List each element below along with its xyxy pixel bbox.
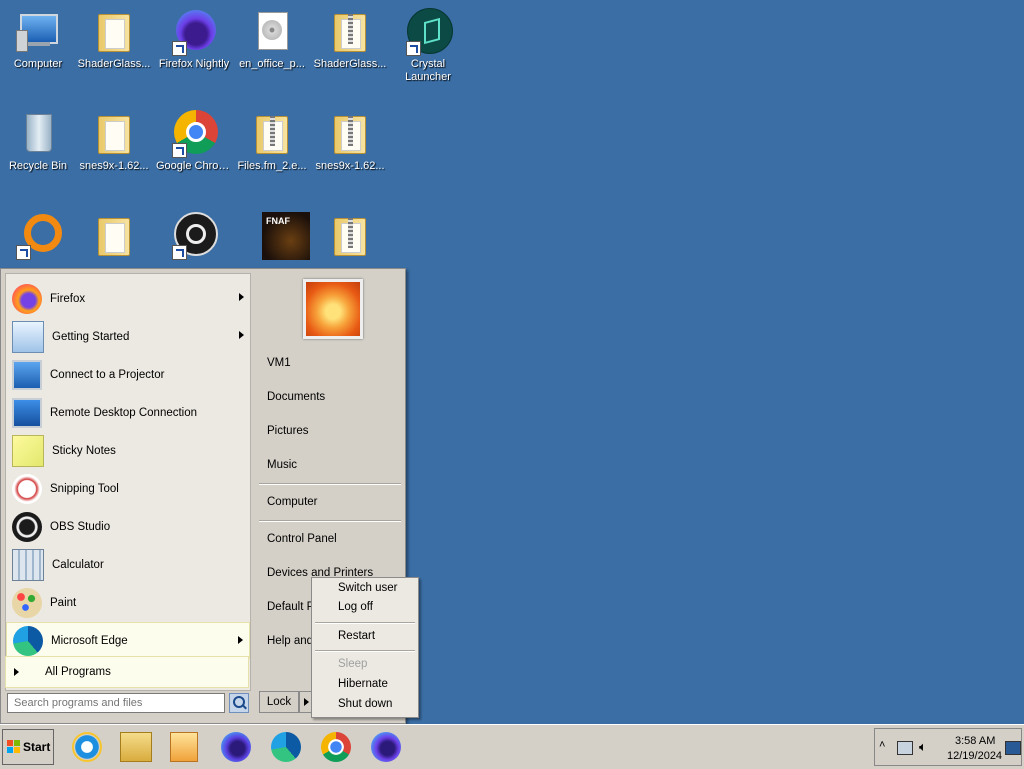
divider: [315, 650, 415, 652]
link-computer[interactable]: Computer: [267, 496, 318, 508]
program-microsoft-edge[interactable]: Microsoft Edge: [6, 622, 250, 659]
desktop-icon-recycle-bin[interactable]: Recycle Bin: [0, 110, 76, 173]
link-music[interactable]: Music: [267, 459, 297, 471]
desktop-icon-orange-ring[interactable]: [0, 212, 76, 262]
zip-folder-icon: [326, 212, 374, 260]
link-help-support[interactable]: Help and: [267, 635, 313, 647]
all-programs-button[interactable]: All Programs: [5, 656, 249, 688]
submenu-arrow-icon: [239, 293, 244, 301]
calculator-icon: [12, 548, 44, 581]
program-snipping-tool[interactable]: Snipping Tool: [6, 470, 250, 507]
start-menu-programs-pane: Firefox Getting Started Connect to a Pro…: [5, 273, 251, 691]
obs-icon: [170, 212, 218, 260]
desktop-icon-folder[interactable]: [76, 212, 152, 262]
desktop-icon-computer[interactable]: Computer: [0, 8, 76, 71]
scissors-icon: [12, 473, 42, 504]
volume-icon[interactable]: 🔈︎: [919, 739, 927, 755]
chrome-icon: [170, 110, 218, 158]
projector-icon: [12, 359, 42, 390]
paint-palette-icon: [12, 587, 42, 618]
crystal-launcher-icon: [404, 8, 453, 56]
link-documents[interactable]: Documents: [267, 391, 325, 403]
link-default-programs[interactable]: Default P: [267, 601, 314, 613]
desktop-icon-game[interactable]: FNAF: [234, 212, 310, 262]
firefox-nightly-icon: [170, 8, 218, 56]
user-avatar[interactable]: [303, 279, 363, 339]
obs-icon: [12, 511, 42, 542]
desktop-icon-zip-folder[interactable]: snes9x-1.62...: [312, 110, 388, 173]
lock-button[interactable]: Lock: [259, 691, 299, 713]
recycle-bin-icon: [14, 110, 62, 158]
program-getting-started[interactable]: Getting Started: [6, 318, 250, 355]
desktop-icon-google-chrome[interactable]: Google Chrome: [156, 110, 232, 173]
link-control-panel[interactable]: Control Panel: [267, 533, 337, 545]
edge-icon[interactable]: [271, 732, 301, 762]
windows-flag-icon: [7, 740, 21, 754]
zip-folder-icon: [326, 110, 374, 158]
divider: [259, 520, 401, 522]
desktop-icon-folder[interactable]: snes9x-1.62...: [76, 110, 152, 173]
zip-folder-icon: [326, 8, 374, 56]
link-pictures[interactable]: Pictures: [267, 425, 309, 437]
link-user[interactable]: VM1: [267, 357, 291, 369]
submenu-arrow-icon: [238, 636, 243, 644]
program-firefox[interactable]: Firefox: [6, 280, 250, 317]
arrow-right-icon: [14, 668, 19, 676]
divider: [259, 483, 401, 485]
getting-started-icon: [12, 320, 44, 353]
system-tray: ˄ 🔈︎ 3:58 AM 12/19/2024: [874, 728, 1022, 766]
zip-folder-icon: [248, 110, 296, 158]
orange-ring-icon: [14, 212, 62, 260]
log-off-item[interactable]: Log off: [338, 601, 373, 613]
computer-icon: [14, 8, 62, 56]
taskbar: Start ˄ 🔈︎ 3:58 AM 12/19/2024: [0, 724, 1024, 769]
folder-icon: [90, 110, 138, 158]
internet-explorer-icon[interactable]: [72, 732, 102, 762]
file-explorer-icon[interactable]: [120, 732, 152, 762]
edge-icon: [13, 625, 43, 656]
disc-image-icon: [248, 8, 296, 56]
sleep-item: Sleep: [338, 658, 368, 670]
remote-desktop-icon: [12, 397, 42, 428]
desktop-icon-zip-folder[interactable]: [312, 212, 388, 262]
desktop-icon-folder[interactable]: ShaderGlass...: [76, 8, 152, 71]
game-icon: FNAF: [248, 212, 310, 260]
hibernate-item[interactable]: Hibernate: [338, 678, 388, 690]
folder-icon: [90, 212, 138, 260]
divider: [315, 622, 415, 624]
clock-time[interactable]: 3:58 AM: [955, 735, 995, 747]
program-calculator[interactable]: Calculator: [6, 546, 250, 583]
folder-icon: [90, 8, 138, 56]
network-icon[interactable]: [897, 741, 913, 755]
firefox-icon[interactable]: [221, 732, 251, 762]
start-button[interactable]: Start: [2, 729, 54, 765]
submenu-arrow-icon: [239, 331, 244, 339]
desktop-icon-disc-image[interactable]: en_office_p...: [234, 8, 310, 71]
power-submenu: Switch user Log off Restart Sleep Hibern…: [311, 577, 419, 718]
switch-user-item[interactable]: Switch user: [338, 582, 397, 594]
clock-date[interactable]: 12/19/2024: [947, 750, 1002, 762]
search-input[interactable]: [7, 693, 225, 713]
program-connect-projector[interactable]: Connect to a Projector: [6, 356, 250, 393]
media-player-icon[interactable]: [170, 732, 198, 762]
firefox-icon: [12, 283, 42, 314]
show-hidden-icons-chevron-icon[interactable]: ˄: [879, 739, 885, 751]
search-icon[interactable]: [229, 693, 249, 713]
program-sticky-notes[interactable]: Sticky Notes: [6, 432, 250, 469]
desktop-icon-firefox-nightly[interactable]: Firefox Nightly: [156, 8, 232, 71]
show-desktop-icon[interactable]: [1005, 741, 1021, 755]
shut-down-item[interactable]: Shut down: [338, 698, 392, 710]
program-obs-studio[interactable]: OBS Studio: [6, 508, 250, 545]
restart-item[interactable]: Restart: [338, 630, 375, 642]
firefox-nightly-icon[interactable]: [371, 732, 401, 762]
sticky-notes-icon: [12, 434, 44, 467]
desktop-icon-zip-folder[interactable]: Files.fm_2.e...: [234, 110, 310, 173]
program-paint[interactable]: Paint: [6, 584, 250, 621]
desktop-icon-obs[interactable]: [156, 212, 232, 262]
desktop-icon-zip-folder[interactable]: ShaderGlass...: [312, 8, 388, 71]
chrome-icon[interactable]: [321, 732, 351, 762]
desktop-icon-crystal-launcher[interactable]: Crystal Launcher: [390, 8, 466, 84]
program-remote-desktop[interactable]: Remote Desktop Connection: [6, 394, 250, 431]
